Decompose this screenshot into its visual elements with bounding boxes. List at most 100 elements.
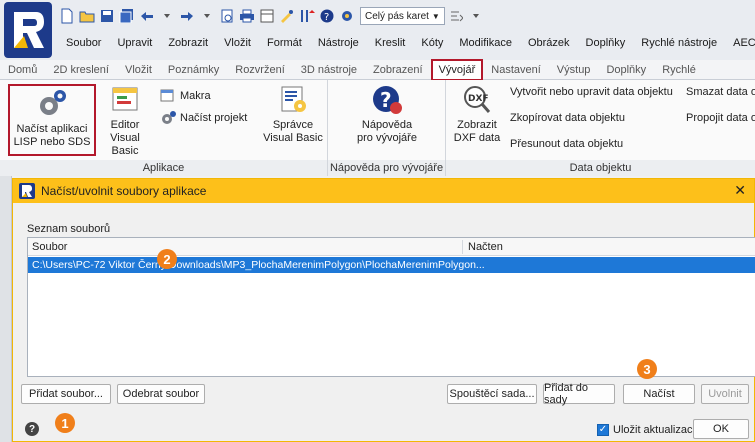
load-button[interactable]: Načíst bbox=[623, 384, 695, 404]
chevron-down-icon[interactable] bbox=[158, 7, 176, 25]
tab-doplňky[interactable]: Doplňky bbox=[598, 60, 654, 80]
startup-suite-button[interactable]: Spouštěcí sada... bbox=[447, 384, 537, 404]
menu-item[interactable]: Obrázek bbox=[520, 37, 578, 49]
ribbon-group-label: Data objektu bbox=[446, 160, 755, 176]
save-all-icon[interactable] bbox=[118, 7, 136, 25]
menu-item[interactable]: Vložit bbox=[216, 37, 259, 49]
menu-item[interactable]: Nástroje bbox=[310, 37, 367, 49]
customize-icon[interactable] bbox=[447, 7, 465, 25]
save-icon[interactable] bbox=[98, 7, 116, 25]
menu-item[interactable]: Upravit bbox=[109, 37, 160, 49]
developer-help-icon: ? bbox=[373, 86, 402, 114]
help-icon[interactable]: ? bbox=[25, 422, 39, 436]
menu-item[interactable]: AEC - bbox=[725, 37, 755, 49]
copy-object-data-button[interactable]: Zkopírovat data objektu bbox=[510, 112, 625, 124]
save-updates-checkbox[interactable]: ✓ Uložit aktualizace bbox=[597, 424, 699, 436]
macros-button[interactable]: Makra bbox=[160, 88, 211, 104]
column-separator[interactable] bbox=[462, 240, 463, 254]
properties-icon[interactable] bbox=[298, 7, 316, 25]
ribbon-group-napoveda: ? Nápověda pro vývojáře Nápověda pro výv… bbox=[328, 80, 446, 176]
vb-manager-button[interactable]: Správce Visual Basic bbox=[262, 84, 324, 145]
menu-item[interactable]: Soubor bbox=[58, 37, 109, 49]
load-application-label-1: Načíst aplikaci bbox=[16, 123, 88, 135]
menu-item[interactable]: Kreslit bbox=[367, 37, 414, 49]
load-application-button[interactable]: Načíst aplikaci LISP nebo SDS bbox=[8, 84, 96, 156]
redo-icon[interactable] bbox=[178, 7, 196, 25]
macro-icon bbox=[160, 89, 174, 102]
settings-gear-icon[interactable] bbox=[338, 7, 356, 25]
undo-icon[interactable] bbox=[138, 7, 156, 25]
ok-button[interactable]: OK bbox=[693, 419, 749, 439]
app-logo bbox=[4, 2, 52, 58]
tab-domů[interactable]: Domů bbox=[0, 60, 45, 80]
menu-item[interactable]: Formát bbox=[259, 37, 310, 49]
tab-zobrazení[interactable]: Zobrazení bbox=[365, 60, 431, 80]
tab-poznámky[interactable]: Poznámky bbox=[160, 60, 227, 80]
menu-item[interactable]: Rychlé nástroje bbox=[633, 37, 725, 49]
gears-icon bbox=[40, 90, 66, 115]
tab-rozvržení[interactable]: Rozvržení bbox=[227, 60, 293, 80]
visual-basic-editor-button[interactable]: Editor Visual Basic bbox=[98, 84, 152, 158]
print-preview-icon[interactable] bbox=[218, 7, 236, 25]
delete-object-data-button[interactable]: Smazat data o bbox=[686, 86, 755, 98]
tab-vložit[interactable]: Vložit bbox=[117, 60, 160, 80]
match-properties-icon[interactable] bbox=[278, 7, 296, 25]
column-header-file[interactable]: Soubor bbox=[32, 241, 67, 253]
new-file-icon[interactable] bbox=[58, 7, 76, 25]
tab-2d-kreslení[interactable]: 2D kreslení bbox=[45, 60, 117, 80]
file-list-label: Seznam souborů bbox=[27, 223, 111, 235]
add-file-button[interactable]: Přidat soubor... bbox=[21, 384, 111, 404]
layout-icon[interactable] bbox=[258, 7, 276, 25]
svg-text:?: ? bbox=[380, 88, 392, 112]
menu-item[interactable]: Kóty bbox=[413, 37, 451, 49]
tab-nastavení[interactable]: Nastavení bbox=[483, 60, 549, 80]
unload-button[interactable]: Uvolnit bbox=[701, 384, 749, 404]
tab-vývojář[interactable]: Vývojář bbox=[430, 58, 484, 81]
print-icon[interactable] bbox=[238, 7, 256, 25]
load-unload-applications-dialog: Načíst/uvolnit soubory aplikace ✕ Seznam… bbox=[12, 178, 755, 442]
move-object-data-button[interactable]: Přesunout data objektu bbox=[510, 138, 623, 150]
ribbon-workspace-value: Celý pás karet bbox=[365, 10, 429, 22]
ribbon-tabs: Domů 2D kreslení Vložit Poznámky Rozvržení 3D… bbox=[0, 58, 755, 81]
close-icon[interactable]: ✕ bbox=[734, 182, 746, 199]
create-edit-object-data-button[interactable]: Vytvořit nebo upravit data objektu bbox=[510, 86, 673, 98]
tab-3d-nástroje[interactable]: 3D nástroje bbox=[293, 60, 365, 80]
tab-rychlé[interactable]: Rychlé bbox=[654, 60, 704, 80]
help-icon[interactable]: ? bbox=[318, 7, 336, 25]
load-project-label: Načíst projekt bbox=[180, 112, 248, 124]
vb-editor-icon bbox=[112, 87, 138, 111]
load-project-button[interactable]: Načíst projekt bbox=[160, 110, 247, 126]
dialog-title: Načíst/uvolnit soubory aplikace bbox=[41, 184, 207, 198]
menu-item[interactable]: Zobrazit bbox=[160, 37, 216, 49]
chevron-down-icon[interactable] bbox=[198, 7, 216, 25]
ribbon-group-aplikace: Načíst aplikaci LISP nebo SDS Editor Vis… bbox=[0, 80, 328, 176]
developer-help-button[interactable]: ? Nápověda pro vývojáře bbox=[346, 84, 428, 145]
ribbon-group-data-objektu: DXF Zobrazit DXF data Vytvořit nebo upra… bbox=[446, 80, 755, 176]
ribbon-group-label: Aplikace bbox=[0, 160, 327, 176]
file-list[interactable]: Soubor Načten C:\Users\PC-72 Viktor Čern… bbox=[27, 237, 755, 377]
step-badge-3: 3 bbox=[637, 359, 657, 379]
show-dxf-data-button[interactable]: DXF Zobrazit DXF data bbox=[450, 84, 504, 145]
menu-item[interactable]: Modifikace bbox=[451, 37, 520, 49]
add-to-suite-button[interactable]: Přidat do sady bbox=[543, 382, 615, 406]
vb-editor-label-1: Editor bbox=[110, 119, 140, 131]
dialog-title-bar[interactable]: Načíst/uvolnit soubory aplikace bbox=[13, 179, 754, 203]
developer-help-label-1: Nápověda bbox=[361, 119, 413, 131]
gear-small-icon bbox=[162, 111, 176, 124]
open-folder-icon[interactable] bbox=[78, 7, 96, 25]
macros-label: Makra bbox=[180, 90, 211, 102]
table-row[interactable]: C:\Users\PC-72 Viktor Černý\Downloads\MP… bbox=[28, 257, 755, 273]
remove-file-button[interactable]: Odebrat soubor bbox=[117, 384, 205, 404]
show-dxf-label-2: DXF data bbox=[453, 132, 501, 144]
ribbon-workspace-select[interactable]: Celý pás karet ▼ bbox=[360, 7, 445, 25]
app-logo-icon bbox=[19, 183, 35, 199]
tab-výstup[interactable]: Výstup bbox=[549, 60, 599, 80]
link-object-data-button[interactable]: Propojit data o bbox=[686, 112, 755, 124]
vb-editor-label-2: Visual Basic bbox=[110, 132, 140, 157]
column-header-loaded[interactable]: Načten bbox=[468, 241, 503, 253]
step-badge-2: 2 bbox=[157, 249, 177, 269]
overflow-chevron-icon[interactable] bbox=[467, 7, 485, 25]
menu-item[interactable]: Doplňky bbox=[578, 37, 634, 49]
checkbox-checked-icon: ✓ bbox=[597, 424, 609, 436]
menu-bar: Soubor Upravit Zobrazit Vložit Formát Nástroj… bbox=[58, 32, 755, 54]
